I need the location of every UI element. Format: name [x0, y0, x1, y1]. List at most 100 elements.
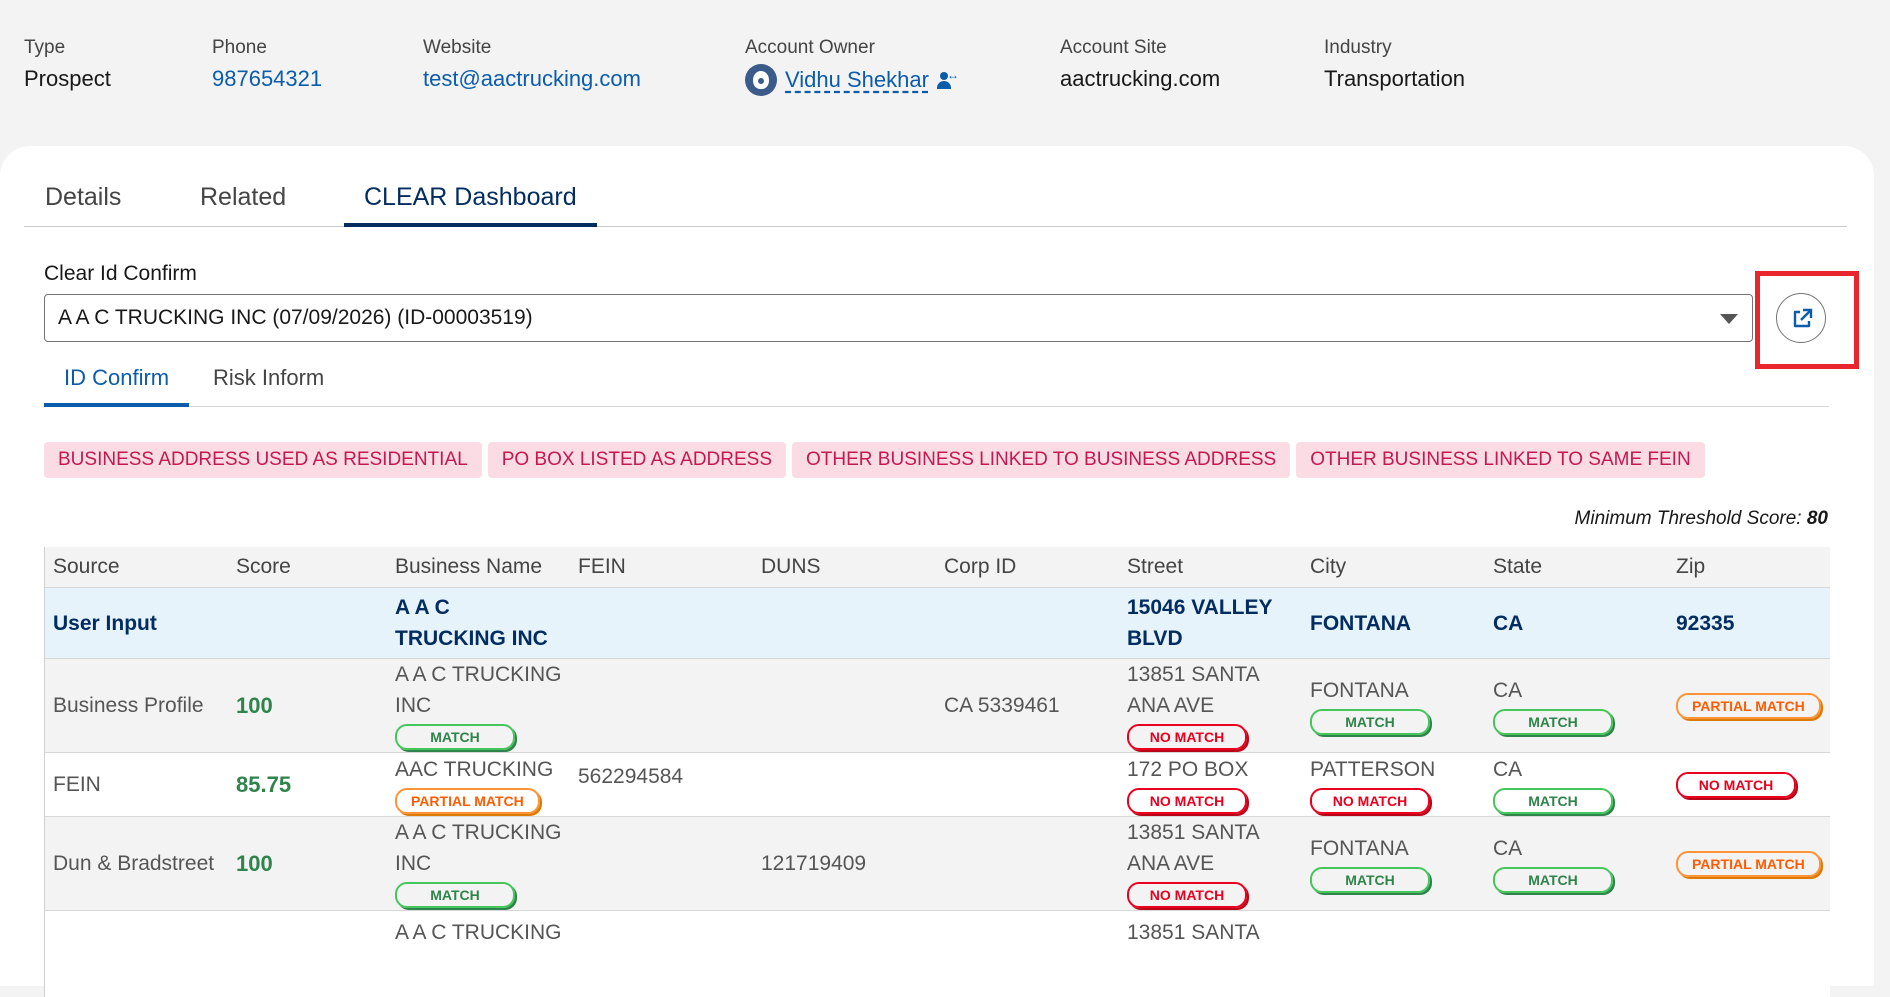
- risk-flag: PO BOX LISTED AS ADDRESS: [488, 442, 786, 478]
- cell-city: FONTANA: [1302, 588, 1485, 659]
- cell-street: 13851 SANTA: [1119, 911, 1302, 997]
- type-label: Type: [24, 36, 111, 60]
- cell-zip: 92335: [1668, 588, 1830, 659]
- cell-state: CA MATCH: [1485, 817, 1668, 911]
- score-value: 100: [236, 851, 273, 876]
- website-label: Website: [423, 36, 641, 60]
- cell-state: CA MATCH: [1485, 659, 1668, 753]
- column-header-state[interactable]: State: [1485, 547, 1668, 588]
- cell-score: 100: [228, 659, 387, 753]
- cell-business-name: A A C TRUCKING INC: [387, 588, 570, 659]
- city-text: FONTANA: [1310, 675, 1477, 706]
- site-label: Account Site: [1060, 36, 1220, 60]
- cell-corp-id: [936, 753, 1119, 817]
- cell-duns: 121719409: [753, 817, 936, 911]
- match-status-badge: PARTIAL MATCH: [395, 788, 540, 814]
- industry-field: Industry Transportation: [1324, 36, 1465, 94]
- match-status-badge: MATCH: [1493, 788, 1613, 814]
- business-name-text: A A C TRUCKING INC: [395, 817, 562, 879]
- column-header-fein[interactable]: FEIN: [570, 547, 753, 588]
- match-status-badge: PARTIAL MATCH: [1676, 851, 1821, 877]
- column-header-duns[interactable]: DUNS: [753, 547, 936, 588]
- cell-street: 13851 SANTA ANA AVE NO MATCH: [1119, 659, 1302, 753]
- phone-label: Phone: [212, 36, 322, 60]
- phone-link[interactable]: 987654321: [212, 64, 322, 94]
- match-table: Source Score Business Name FEIN DUNS Cor…: [45, 547, 1830, 997]
- new-window-icon: [1791, 308, 1813, 330]
- cell-zip: NO MATCH: [1668, 753, 1830, 817]
- cell-duns: [753, 911, 936, 997]
- cell-state: CA MATCH: [1485, 753, 1668, 817]
- industry-value: Transportation: [1324, 64, 1465, 94]
- owner-field: Account Owner Vidhu Shekhar ↔: [745, 36, 959, 96]
- match-status-badge: MATCH: [1310, 709, 1430, 735]
- chevron-down-icon: [1720, 314, 1738, 324]
- record-tabs: Details Related CLEAR Dashboard: [24, 170, 1847, 227]
- cell-corp-id: CA 5339461: [936, 659, 1119, 753]
- website-link[interactable]: test@aactrucking.com: [423, 64, 641, 94]
- table-row: A A C TRUCKING 13851 SANTA: [45, 911, 1830, 997]
- street-text: 13851 SANTA: [1127, 917, 1294, 948]
- state-text: CA: [1493, 754, 1660, 785]
- risk-flag: BUSINESS ADDRESS USED AS RESIDENTIAL: [44, 442, 482, 478]
- column-header-city[interactable]: City: [1302, 547, 1485, 588]
- match-status-badge: MATCH: [395, 882, 515, 908]
- column-header-street[interactable]: Street: [1119, 547, 1302, 588]
- match-table-wrapper[interactable]: Source Score Business Name FEIN DUNS Cor…: [44, 547, 1830, 997]
- owner-value: Vidhu Shekhar ↔: [745, 64, 959, 96]
- type-value: Prospect: [24, 64, 111, 94]
- threshold-score: Minimum Threshold Score: 80: [1575, 508, 1828, 530]
- cell-city: PATTERSON NO MATCH: [1302, 753, 1485, 817]
- cell-fein: 562294584: [570, 753, 753, 817]
- cell-score: 100: [228, 817, 387, 911]
- user-avatar-icon: [745, 64, 777, 96]
- clear-subtabs: ID Confirm Risk Inform: [44, 354, 1829, 407]
- tab-id-confirm[interactable]: ID Confirm: [64, 354, 169, 406]
- cell-city: FONTANA MATCH: [1302, 659, 1485, 753]
- clear-id-selected: A A C TRUCKING INC (07/09/2026) (ID-0000…: [58, 295, 533, 341]
- cell-business-name: A A C TRUCKING: [387, 911, 570, 997]
- open-in-new-window-button[interactable]: [1776, 293, 1826, 343]
- state-text: CA: [1493, 675, 1660, 706]
- tab-clear-dashboard[interactable]: CLEAR Dashboard: [364, 170, 577, 226]
- cell-zip: PARTIAL MATCH: [1668, 817, 1830, 911]
- change-owner-icon[interactable]: ↔: [937, 69, 959, 91]
- column-header-corp-id[interactable]: Corp ID: [936, 547, 1119, 588]
- owner-link[interactable]: Vidhu Shekhar: [785, 65, 929, 95]
- column-header-zip[interactable]: Zip: [1668, 547, 1830, 588]
- table-row: Business Profile 100 A A C TRUCKING INC …: [45, 659, 1830, 753]
- site-field: Account Site aactrucking.com: [1060, 36, 1220, 94]
- website-field: Website test@aactrucking.com: [423, 36, 641, 94]
- cell-source: [45, 911, 228, 997]
- tab-details[interactable]: Details: [45, 170, 121, 226]
- tab-related[interactable]: Related: [200, 170, 286, 226]
- cell-source: Dun & Bradstreet: [45, 817, 228, 911]
- cell-corp-id: [936, 588, 1119, 659]
- cell-source: FEIN: [45, 753, 228, 817]
- match-status-badge: NO MATCH: [1127, 724, 1247, 750]
- cell-street: 172 PO BOX NO MATCH: [1119, 753, 1302, 817]
- tab-risk-inform[interactable]: Risk Inform: [213, 354, 324, 406]
- type-field: Type Prospect: [24, 36, 111, 94]
- street-text: 13851 SANTA ANA AVE: [1127, 817, 1294, 879]
- match-status-badge: NO MATCH: [1676, 772, 1796, 798]
- risk-flag: OTHER BUSINESS LINKED TO BUSINESS ADDRES…: [792, 442, 1290, 478]
- cell-zip: PARTIAL MATCH: [1668, 659, 1830, 753]
- business-name-text: AAC TRUCKING: [395, 754, 562, 785]
- cell-business-name: A A C TRUCKING INC MATCH: [387, 659, 570, 753]
- site-value: aactrucking.com: [1060, 64, 1220, 94]
- column-header-business-name[interactable]: Business Name: [387, 547, 570, 588]
- match-status-badge: MATCH: [395, 724, 515, 750]
- cell-duns: [753, 588, 936, 659]
- column-header-score[interactable]: Score: [228, 547, 387, 588]
- column-header-source[interactable]: Source: [45, 547, 228, 588]
- business-name-text: A A C TRUCKING INC: [395, 659, 562, 721]
- match-status-badge: NO MATCH: [1127, 882, 1247, 908]
- cell-fein: [570, 659, 753, 753]
- score-value: 100: [236, 693, 273, 718]
- cell-city: [1302, 911, 1485, 997]
- risk-flags: BUSINESS ADDRESS USED AS RESIDENTIAL PO …: [44, 442, 1705, 478]
- match-status-badge: NO MATCH: [1310, 788, 1430, 814]
- phone-field: Phone 987654321: [212, 36, 322, 94]
- clear-id-combobox[interactable]: A A C TRUCKING INC (07/09/2026) (ID-0000…: [44, 294, 1753, 342]
